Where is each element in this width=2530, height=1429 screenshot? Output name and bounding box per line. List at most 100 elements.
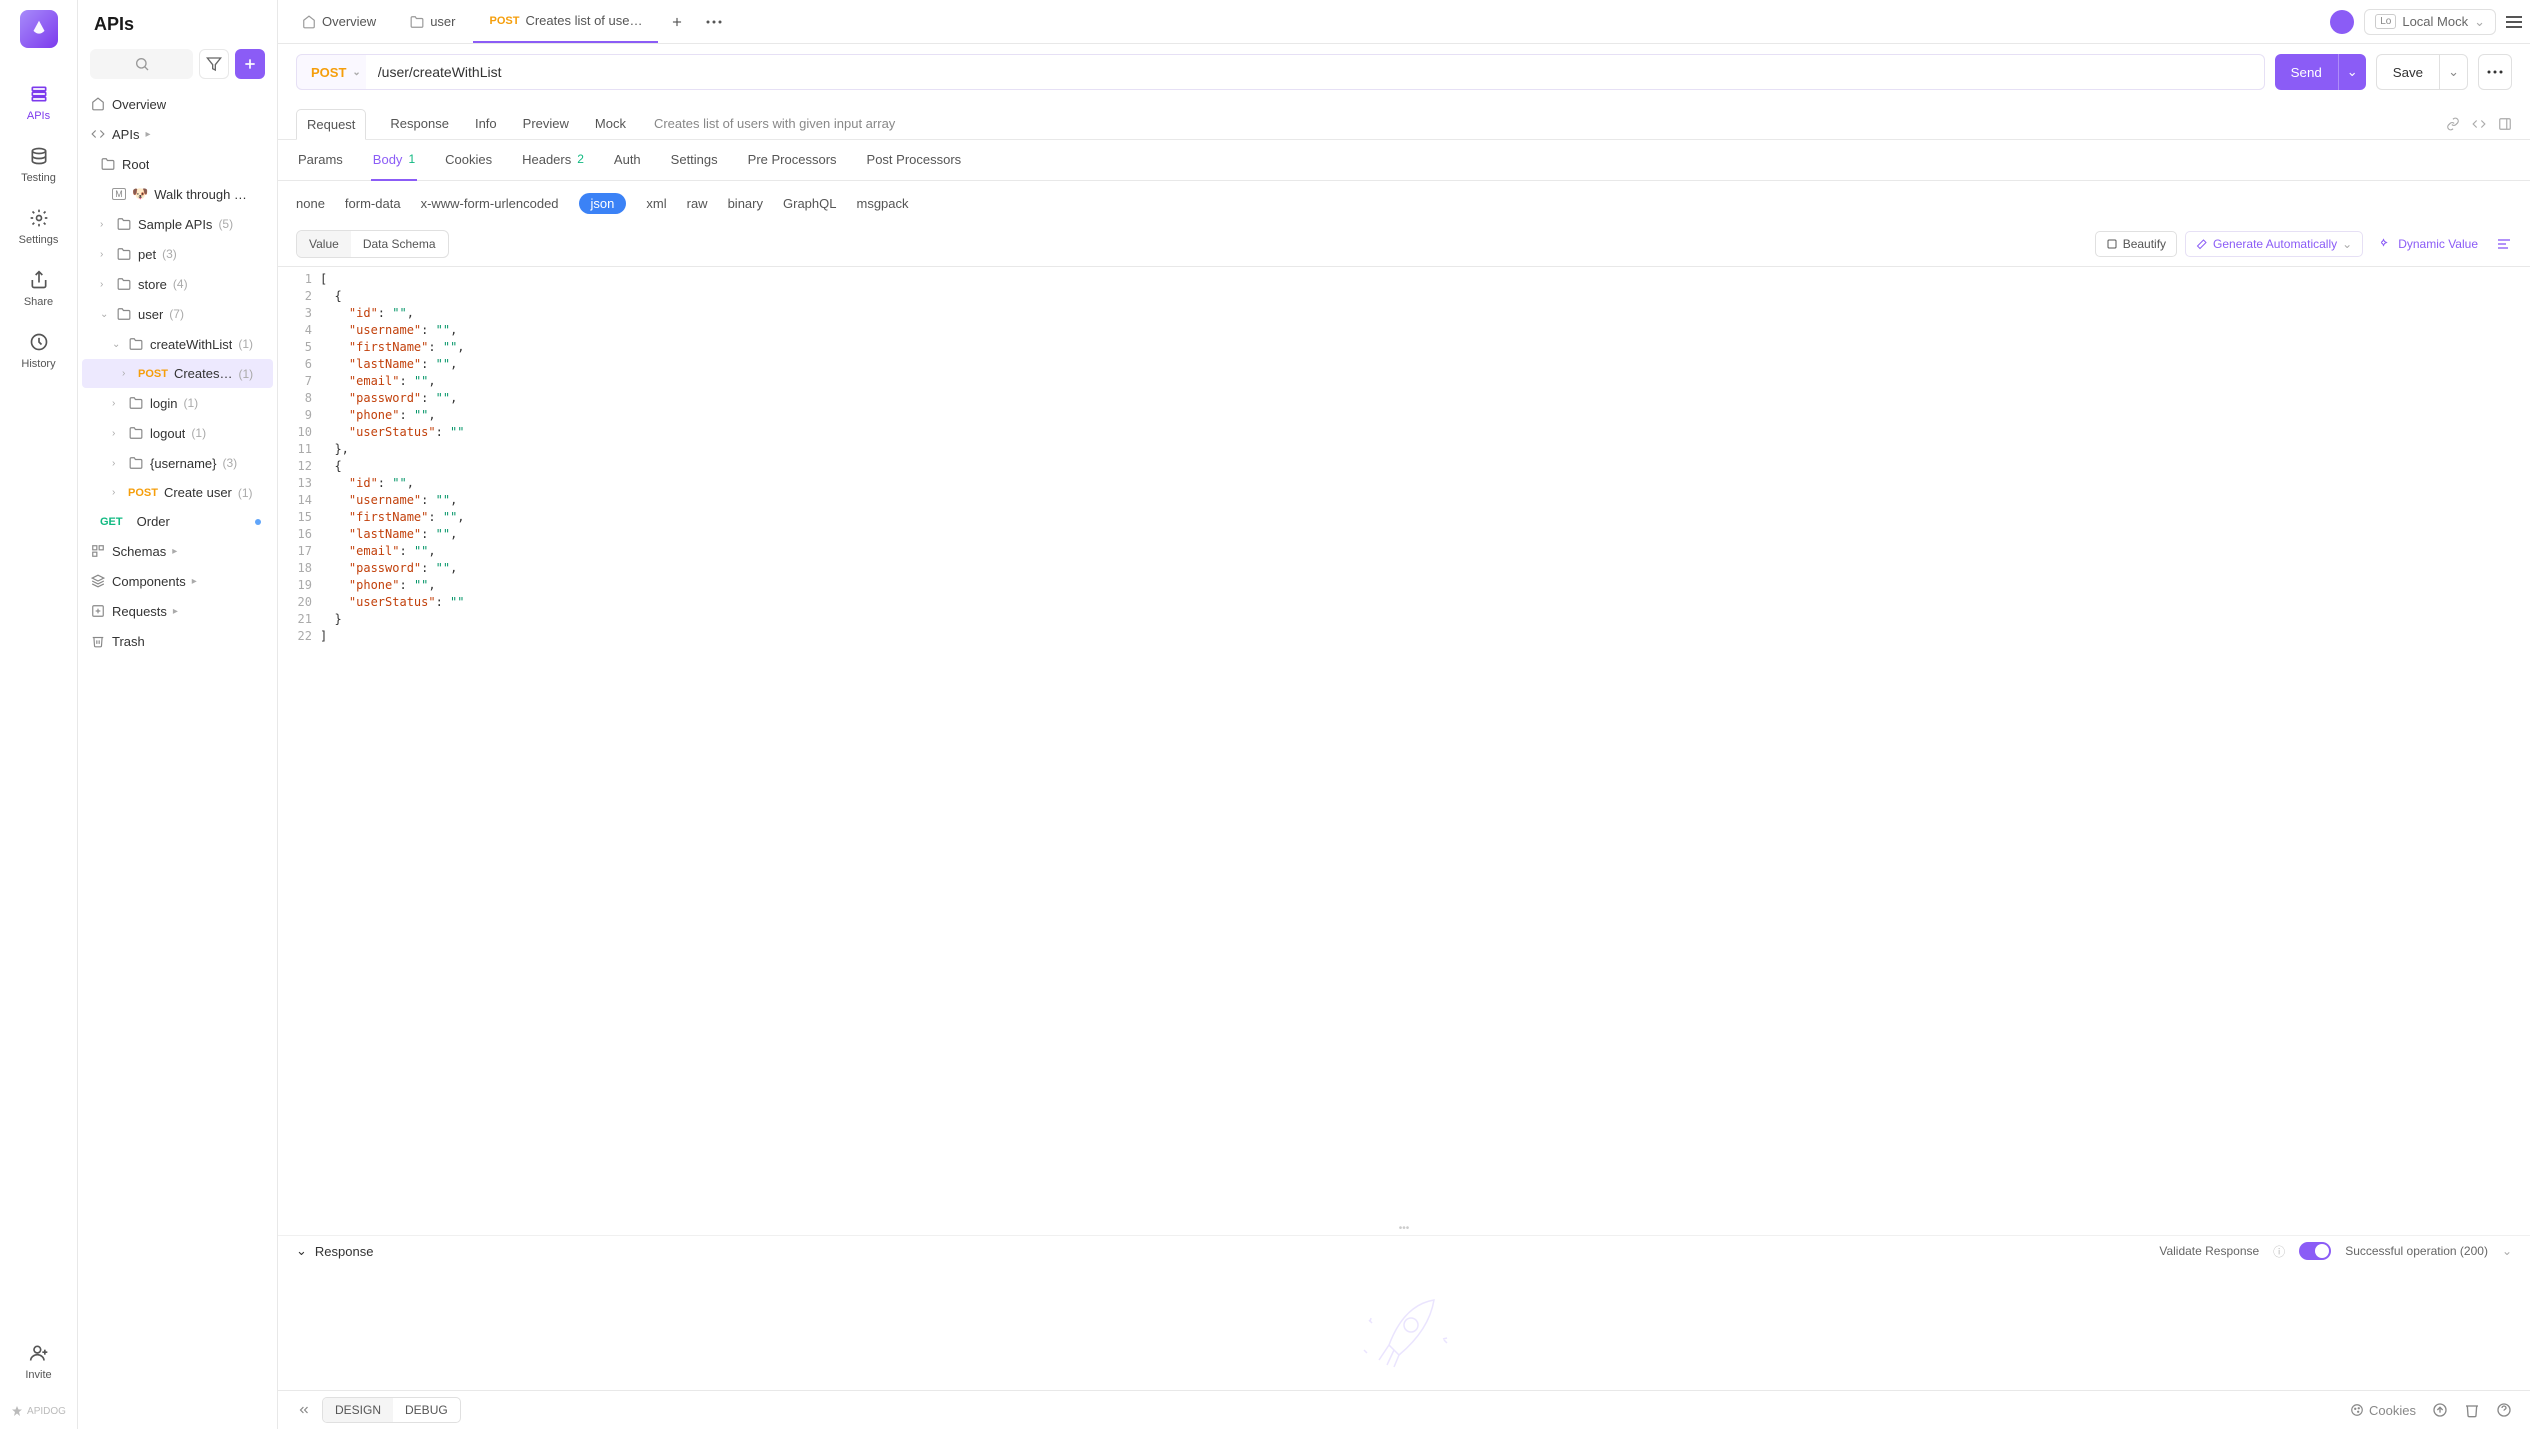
sidebar-item-overview[interactable]: Overview [82, 89, 273, 119]
tree-create-user[interactable]: › POST Create user (1) [82, 478, 273, 507]
search-input[interactable] [90, 49, 193, 79]
tree-root[interactable]: Root [82, 149, 273, 179]
tree-logout[interactable]: › logout (1) [82, 418, 273, 448]
subtab-response[interactable]: Response [388, 108, 451, 139]
response-toggle[interactable]: ⌄ Response [296, 1243, 373, 1259]
subtab-info[interactable]: Info [473, 108, 499, 139]
upload-button[interactable] [2432, 1402, 2448, 1418]
nav-share[interactable]: Share [0, 258, 77, 320]
validate-label: Validate Response [2159, 1244, 2259, 1258]
innertab-headers[interactable]: Headers 2 [520, 140, 586, 180]
bodytype-xml[interactable]: xml [646, 196, 666, 211]
tree-user[interactable]: ⌄ user (7) [82, 299, 273, 329]
method-select[interactable]: POST ⌄ [296, 54, 376, 90]
dog-icon: 🐶 [132, 186, 148, 202]
subtab-request[interactable]: Request [296, 109, 366, 140]
chevron-down-icon[interactable]: ⌄ [2502, 1244, 2512, 1258]
mode-design[interactable]: DESIGN [323, 1398, 393, 1422]
more-actions-button[interactable] [2478, 54, 2512, 90]
bodytype-raw[interactable]: raw [687, 196, 708, 211]
generate-button[interactable]: Generate Automatically ⌄ [2185, 231, 2363, 257]
innertab-post[interactable]: Post Processors [865, 140, 964, 180]
panel-icon-button[interactable] [2498, 117, 2512, 131]
menu-button[interactable] [2506, 15, 2522, 29]
tree-walkthrough[interactable]: M 🐶 Walk through … [82, 179, 273, 209]
nav-share-label: Share [24, 296, 53, 308]
format-button[interactable] [2496, 236, 2512, 252]
innertab-auth[interactable]: Auth [612, 140, 643, 180]
save-dropdown[interactable]: ⌄ [2439, 54, 2468, 90]
innertab-params[interactable]: Params [296, 140, 345, 180]
new-tab-button[interactable] [660, 0, 694, 43]
innertab-body[interactable]: Body 1 [371, 140, 417, 181]
bodytype-formdata[interactable]: form-data [345, 196, 401, 211]
sidebar-item-requests[interactable]: Requests ▸ [82, 596, 273, 626]
code-area[interactable]: [ { "id": "", "username": "", "firstName… [320, 271, 2530, 1219]
cookies-button[interactable]: Cookies [2350, 1403, 2416, 1418]
validate-toggle[interactable] [2299, 1242, 2331, 1260]
tree-createwithlist[interactable]: ⌄ createWithList (1) [82, 329, 273, 359]
bodytype-binary[interactable]: binary [728, 196, 763, 211]
sidebar-item-apis-group[interactable]: APIs ▸ [82, 119, 273, 149]
code-editor[interactable]: 12345678910111213141516171819202122 [ { … [278, 266, 2530, 1223]
tab-creates[interactable]: POST Creates list of use… [473, 0, 658, 43]
nav-history[interactable]: History [0, 320, 77, 382]
nav-settings[interactable]: Settings [0, 196, 77, 258]
dynamic-value-button[interactable]: Dynamic Value [2371, 232, 2488, 256]
bodytype-json[interactable]: json [579, 193, 627, 214]
innertab-settings[interactable]: Settings [669, 140, 720, 180]
bodytype-none[interactable]: none [296, 196, 325, 211]
mode-debug[interactable]: DEBUG [393, 1398, 460, 1422]
bodytype-msgpack[interactable]: msgpack [856, 196, 908, 211]
home-icon [90, 96, 106, 112]
tree-username[interactable]: › {username} (3) [82, 448, 273, 478]
nav-testing[interactable]: Testing [0, 134, 77, 196]
innertab-cookies[interactable]: Cookies [443, 140, 494, 180]
tree-pet[interactable]: › pet (3) [82, 239, 273, 269]
send-dropdown[interactable]: ⌄ [2338, 54, 2366, 90]
add-button[interactable] [235, 49, 265, 79]
chevron-down-icon: ⌄ [100, 309, 110, 320]
resize-handle[interactable]: ••• [278, 1223, 2530, 1235]
chevron-right-icon: › [100, 219, 110, 230]
seg-value[interactable]: Value [297, 231, 351, 257]
sidebar-item-schemas[interactable]: Schemas ▸ [82, 536, 273, 566]
url-input[interactable] [366, 54, 2265, 90]
save-button[interactable]: Save [2376, 54, 2439, 90]
nav-apis[interactable]: APIs [0, 72, 77, 134]
store-label: store [138, 277, 167, 292]
code-icon-button[interactable] [2472, 117, 2486, 131]
send-button[interactable]: Send [2275, 54, 2338, 90]
panel-icon [2498, 117, 2512, 131]
tree-login[interactable]: › login (1) [82, 388, 273, 418]
link-icon-button[interactable] [2446, 117, 2460, 131]
tab-user[interactable]: user [394, 0, 471, 43]
nav-invite[interactable]: Invite [0, 1331, 77, 1393]
bodytype-urlencoded[interactable]: x-www-form-urlencoded [421, 196, 559, 211]
help-button[interactable] [2496, 1402, 2512, 1418]
user-avatar[interactable] [2330, 10, 2354, 34]
tab-menu-button[interactable] [696, 0, 732, 43]
seg-dataschema[interactable]: Data Schema [351, 231, 448, 257]
request-description: Creates list of users with given input a… [654, 116, 895, 131]
environment-selector[interactable]: Lo Local Mock ⌄ [2364, 9, 2496, 35]
tree-sample-apis[interactable]: › Sample APIs (5) [82, 209, 273, 239]
createwithlist-label: createWithList [150, 337, 232, 352]
help-icon[interactable]: ⓘ [2273, 1243, 2285, 1260]
sidebar-item-components[interactable]: Components ▸ [82, 566, 273, 596]
sidebar-item-trash[interactable]: Trash [82, 626, 273, 656]
tree-order[interactable]: GET Order [82, 507, 273, 536]
tab-overview[interactable]: Overview [286, 0, 392, 43]
collapse-button[interactable] [296, 1403, 312, 1417]
bodytype-graphql[interactable]: GraphQL [783, 196, 836, 211]
subtab-mock[interactable]: Mock [593, 108, 628, 139]
tree-store[interactable]: › store (4) [82, 269, 273, 299]
tree-creates-endpoint[interactable]: › POST Creates… (1) [82, 359, 273, 388]
chevron-right-icon: ▸ [173, 606, 183, 617]
filter-button[interactable] [199, 49, 229, 79]
beautify-button[interactable]: Beautify [2095, 231, 2177, 257]
innertab-pre[interactable]: Pre Processors [746, 140, 839, 180]
subtab-preview[interactable]: Preview [521, 108, 571, 139]
inner-tabs: Params Body 1 Cookies Headers 2 Auth Set… [278, 140, 2530, 181]
trash-button[interactable] [2464, 1402, 2480, 1418]
